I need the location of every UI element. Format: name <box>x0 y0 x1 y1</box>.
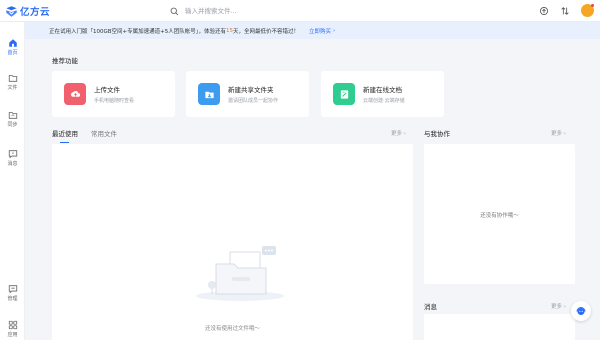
tab-recent[interactable]: 最近使用 <box>52 128 78 143</box>
collab-more-link[interactable]: 更多 › <box>551 129 566 137</box>
collab-empty-text: 还没有协作哦～ <box>480 213 519 219</box>
upload-icon <box>64 83 86 105</box>
messages-panel <box>424 314 575 340</box>
search-input[interactable] <box>185 7 345 15</box>
sidebar-item-label: 首页 <box>7 50 18 56</box>
recent-more-link[interactable]: 更多 › <box>391 129 406 137</box>
sidebar-item-apps[interactable]: 应用 <box>0 320 25 338</box>
buy-now-link[interactable]: 立即购买 <box>309 27 331 35</box>
online-doc-icon <box>333 83 355 105</box>
folder-icon <box>8 75 17 82</box>
chevron-right-icon: › <box>403 131 406 137</box>
manage-icon <box>8 285 17 294</box>
shared-folder-icon <box>198 83 220 105</box>
recommend-title: 推荐功能 <box>52 57 78 65</box>
card-title: 新建共享文件夹 <box>228 86 274 94</box>
card-desc: 云端创建·云端存储 <box>363 98 405 104</box>
sidebar-item-files[interactable]: 文件 <box>0 73 25 91</box>
empty-folder-illustration <box>196 246 284 301</box>
avatar[interactable] <box>581 4 594 17</box>
sidebar-item-home[interactable]: 首页 <box>0 38 25 56</box>
sort-arrows-icon[interactable] <box>560 6 570 16</box>
sidebar-item-manage[interactable]: 管理 <box>0 284 25 302</box>
app-name: 亿方云 <box>20 7 51 18</box>
notice-text: 正在试用入门版「100GB空间+专属加速通道+5人团队帐号」，体验还有 <box>49 28 227 35</box>
more-label: 更多 <box>551 131 563 137</box>
trial-notice-bar: 正在试用入门版「100GB空间+专属加速通道+5人团队帐号」，体验还有 15 天… <box>25 22 600 39</box>
messages-title: 消息 <box>424 303 437 311</box>
collab-title: 与我协作 <box>424 130 450 138</box>
card-desc: 手机电脑随时查看 <box>94 98 135 104</box>
more-label: 更多 <box>551 304 563 310</box>
sidebar-item-label: 应用 <box>7 332 18 338</box>
recent-empty-text: 还没有使用过文件哦～ <box>204 326 260 332</box>
messages-more-link[interactable]: 更多 › <box>551 302 566 310</box>
sidebar-item-label: 文件 <box>7 85 18 91</box>
headset-icon <box>576 307 586 315</box>
transfer-icon[interactable] <box>539 6 549 16</box>
sidebar-item-label: 管理 <box>7 296 18 302</box>
sidebar-item-label: 同步 <box>7 122 18 128</box>
notice-text-end: 天，全网最低价不容错过！ <box>233 28 300 35</box>
apps-icon <box>8 320 17 330</box>
more-label: 更多 <box>391 131 403 137</box>
upload-file-card[interactable]: 上传文件 手机电脑随时查看 <box>52 71 175 117</box>
search-icon <box>170 7 179 15</box>
chevron-right-icon: › <box>563 304 566 310</box>
tab-frequent[interactable]: 常用文件 <box>91 128 117 143</box>
sync-icon <box>8 112 17 119</box>
message-icon <box>8 150 17 159</box>
sidebar-item-messages[interactable]: 消息 <box>0 149 25 167</box>
logo[interactable]: 亿方云 <box>5 4 50 18</box>
sidebar: 首页 文件 同步 消息 管理 应用 <box>0 22 25 340</box>
notice-days: 15 <box>226 27 234 34</box>
recent-files-panel: 还没有使用过文件哦～ <box>52 144 413 340</box>
card-title: 上传文件 <box>94 86 120 94</box>
card-title: 新建在线文档 <box>363 86 402 94</box>
sidebar-item-label: 消息 <box>7 161 18 167</box>
new-online-doc-card[interactable]: 新建在线文档 云端创建·云端存储 <box>321 71 444 117</box>
chevron-right-icon: › <box>333 27 336 34</box>
collab-panel: 还没有协作哦～ <box>424 144 575 284</box>
top-header: 亿方云 <box>0 0 600 22</box>
home-icon <box>8 39 17 47</box>
sidebar-item-sync[interactable]: 同步 <box>0 110 25 128</box>
card-desc: 邀请团队成员一起协作 <box>228 98 279 104</box>
customer-service-button[interactable] <box>571 301 591 321</box>
new-shared-folder-card[interactable]: 新建共享文件夹 邀请团队成员一起协作 <box>186 71 309 117</box>
chevron-right-icon: › <box>563 131 566 137</box>
search-box[interactable] <box>170 5 370 17</box>
logo-icon <box>6 5 17 17</box>
file-tabs: 最近使用 常用文件 <box>52 128 117 143</box>
main-content: 推荐功能 上传文件 手机电脑随时查看 新建共享文件夹 邀请团队成员一起协作 新建… <box>44 42 590 340</box>
